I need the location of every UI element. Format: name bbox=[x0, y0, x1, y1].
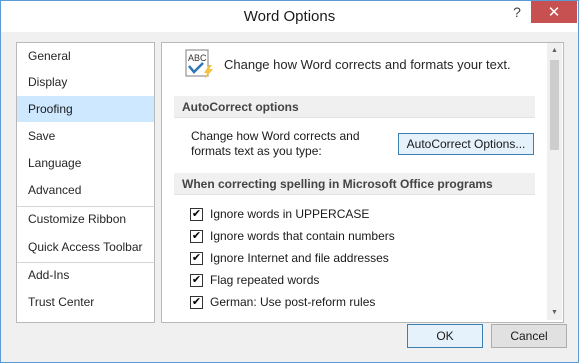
sidebar-item-save[interactable]: Save bbox=[17, 123, 154, 149]
scroll-up-arrow-icon[interactable]: ▲ bbox=[547, 43, 562, 58]
help-button[interactable]: ? bbox=[504, 1, 530, 23]
window-title: Word Options bbox=[243, 8, 336, 25]
sidebar-item-general[interactable]: General bbox=[17, 43, 154, 69]
autocorrect-description-line1: Change how Word corrects and bbox=[191, 129, 360, 143]
help-icon: ? bbox=[513, 4, 521, 20]
spelling-section-header: When correcting spelling in Microsoft Of… bbox=[174, 173, 535, 195]
checkmark-icon: ✔ bbox=[191, 295, 202, 308]
option-ignore-numbers[interactable]: ✔ Ignore words that contain numbers bbox=[190, 227, 395, 245]
svg-text:ABC: ABC bbox=[188, 53, 207, 63]
checkbox[interactable]: ✔ bbox=[190, 273, 203, 287]
word-options-dialog: Word Options ? ✕ General Display Proofin… bbox=[0, 0, 579, 363]
autocorrect-section-header: AutoCorrect options bbox=[174, 96, 535, 118]
option-ignore-uppercase[interactable]: ✔ Ignore words in UPPERCASE bbox=[190, 205, 369, 223]
sidebar-item-advanced[interactable]: Advanced bbox=[17, 177, 154, 203]
checkbox[interactable]: ✔ bbox=[190, 251, 203, 265]
autocorrect-options-button[interactable]: AutoCorrect Options... bbox=[398, 133, 534, 155]
vertical-scrollbar[interactable]: ▲ ▼ bbox=[547, 43, 562, 320]
sidebar-item-trust-center[interactable]: Trust Center bbox=[17, 289, 154, 315]
checkbox[interactable]: ✔ bbox=[190, 295, 203, 309]
scroll-down-arrow-icon[interactable]: ▼ bbox=[547, 305, 562, 320]
close-button[interactable]: ✕ bbox=[531, 1, 577, 23]
checkmark-icon: ✔ bbox=[191, 273, 202, 286]
title-bar: Word Options ? ✕ bbox=[1, 1, 578, 32]
proofing-panel: ABC Change how Word corrects and formats… bbox=[161, 42, 564, 323]
option-label: Ignore words that contain numbers bbox=[210, 229, 395, 243]
option-label: Ignore words in UPPERCASE bbox=[210, 207, 370, 221]
autocorrect-description-line2: formats text as you type: bbox=[191, 144, 322, 158]
option-label: Flag repeated words bbox=[210, 273, 320, 287]
page-heading: Change how Word corrects and formats you… bbox=[224, 57, 511, 72]
options-sidebar: General Display Proofing Save Language A… bbox=[16, 42, 155, 323]
abc-check-icon: ABC bbox=[185, 49, 217, 79]
sidebar-item-add-ins[interactable]: Add-Ins bbox=[17, 262, 154, 288]
checkmark-icon: ✔ bbox=[191, 251, 202, 264]
checkbox[interactable]: ✔ bbox=[190, 207, 203, 221]
sidebar-item-language[interactable]: Language bbox=[17, 150, 154, 176]
close-icon: ✕ bbox=[547, 4, 561, 21]
scrollbar-thumb[interactable] bbox=[550, 60, 559, 150]
option-flag-repeated-words[interactable]: ✔ Flag repeated words bbox=[190, 271, 319, 289]
checkmark-icon: ✔ bbox=[191, 229, 202, 242]
ok-button[interactable]: OK bbox=[407, 324, 483, 348]
option-label: Ignore Internet and file addresses bbox=[210, 251, 389, 265]
sidebar-item-display[interactable]: Display bbox=[17, 69, 154, 95]
sidebar-item-customize-ribbon[interactable]: Customize Ribbon bbox=[17, 206, 154, 232]
checkbox[interactable]: ✔ bbox=[190, 229, 203, 243]
sidebar-item-proofing[interactable]: Proofing bbox=[17, 96, 154, 122]
autocorrect-description: Change how Word corrects and formats tex… bbox=[191, 129, 391, 159]
cancel-button[interactable]: Cancel bbox=[491, 324, 567, 348]
option-label: German: Use post-reform rules bbox=[210, 295, 376, 309]
option-german-post-reform[interactable]: ✔ German: Use post-reform rules bbox=[190, 293, 375, 311]
checkmark-icon: ✔ bbox=[191, 207, 202, 220]
sidebar-item-quick-access-toolbar[interactable]: Quick Access Toolbar bbox=[17, 234, 154, 260]
option-ignore-internet-addresses[interactable]: ✔ Ignore Internet and file addresses bbox=[190, 249, 389, 267]
